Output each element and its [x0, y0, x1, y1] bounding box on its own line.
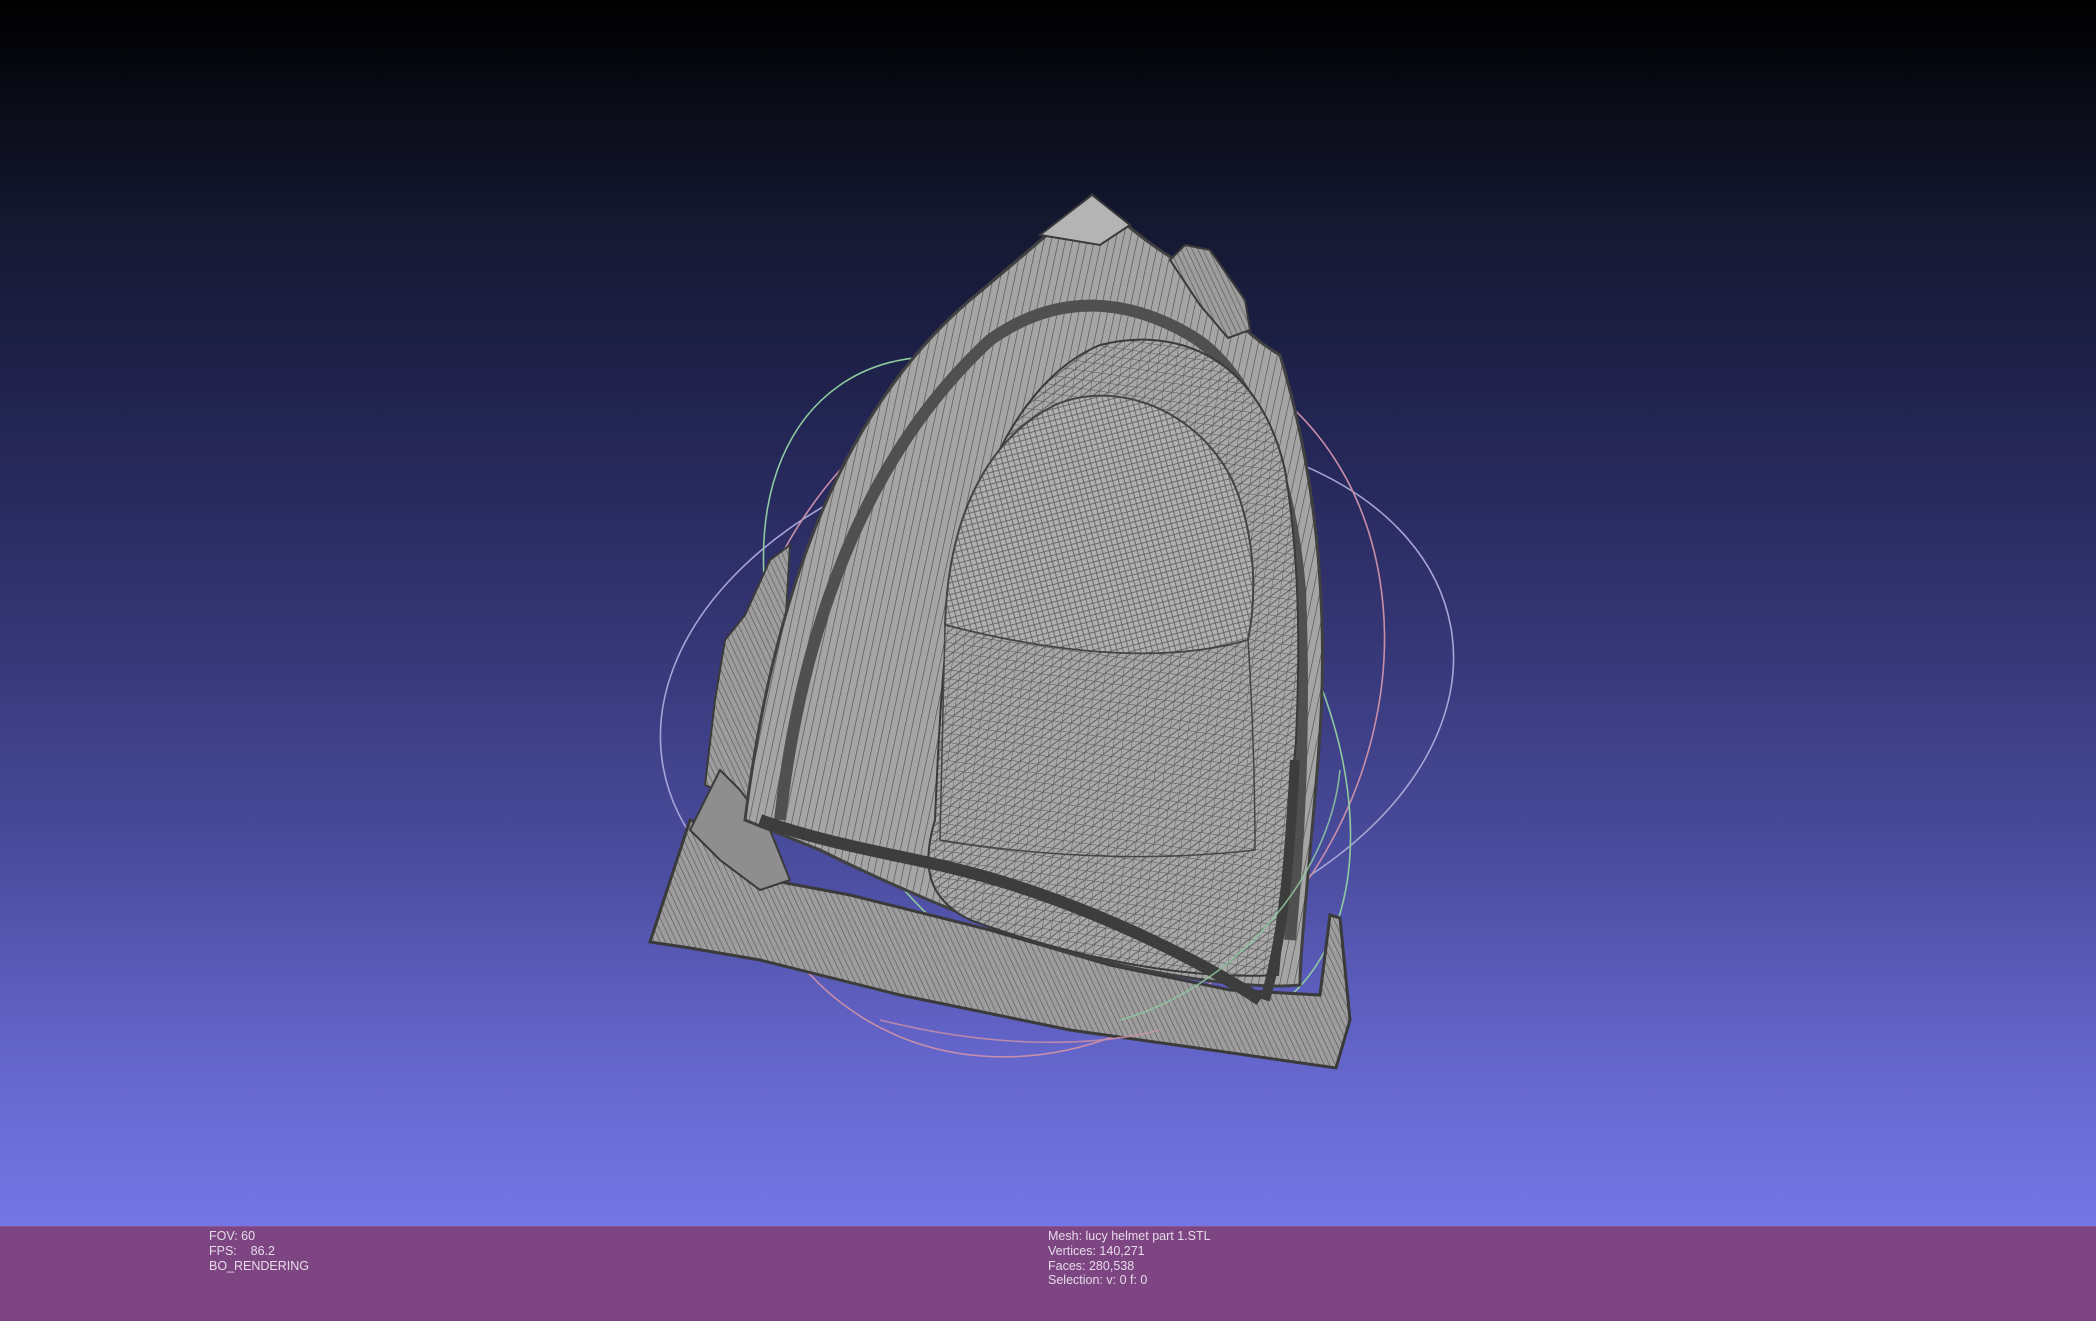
info-bar: FOV: 60 FPS: 86.2 BO_RENDERING Mesh: luc…: [0, 1226, 2096, 1321]
render-info: FOV: 60 FPS: 86.2 BO_RENDERING: [209, 1229, 309, 1273]
render-mode-label: BO_RENDERING: [209, 1258, 310, 1273]
fov-label: FOV: 60: [209, 1229, 256, 1243]
mesh-info: Mesh: lucy helmet part 1.STL Vertices: 1…: [1048, 1229, 1211, 1288]
faces-count-label: Faces: 280,538: [1048, 1258, 1135, 1273]
fps-label: FPS: 86.2: [209, 1243, 276, 1258]
selection-label: Selection: v: 0 f: 0: [1048, 1273, 1148, 1288]
helmet-mesh[interactable]: [0, 0, 2096, 1226]
vertices-count-label: Vertices: 140,271: [1048, 1243, 1145, 1258]
mesh-name-label: Mesh: lucy helmet part 1.STL: [1048, 1229, 1211, 1243]
mesh-viewport[interactable]: [0, 0, 2096, 1226]
